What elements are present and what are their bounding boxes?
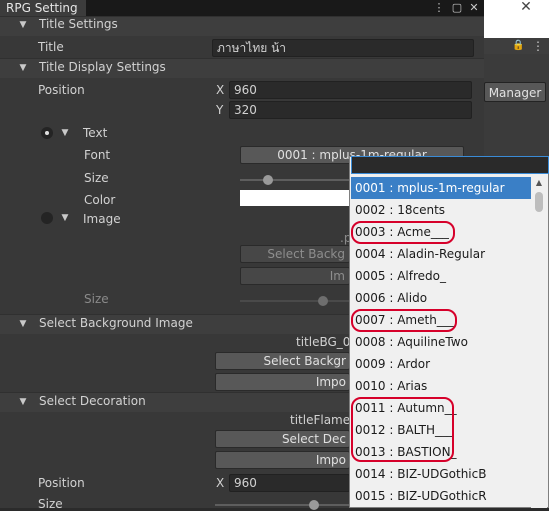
triangle-down-icon[interactable]: ▼ <box>59 127 71 139</box>
image-size-slider-handle[interactable] <box>318 296 328 306</box>
decoration-x-label: X <box>216 476 225 490</box>
image-size-label: Size <box>84 292 109 306</box>
font-option[interactable]: 0004 : Aladin-Regular <box>351 243 531 265</box>
section-title-display: Title Display Settings <box>39 60 166 74</box>
image-radio[interactable] <box>41 212 53 224</box>
highlight-annotation <box>351 309 457 332</box>
close-icon[interactable]: ✕ <box>516 0 536 14</box>
color-label: Color <box>84 193 116 207</box>
decoration-size-slider-handle[interactable] <box>309 500 319 510</box>
image-size-slider-track[interactable] <box>240 300 350 302</box>
background-filename: titleBG_0 <box>296 335 351 349</box>
image-import-button[interactable]: Im <box>240 267 350 285</box>
highlight-annotation <box>351 221 455 244</box>
lock-icon[interactable]: 🔒 <box>512 39 524 53</box>
section-decoration: Select Decoration <box>39 394 146 408</box>
more-vertical-icon[interactable]: ⋮ <box>432 0 446 16</box>
triangle-down-icon[interactable]: ▼ <box>59 212 71 224</box>
section-background-image: Select Background Image <box>39 316 193 330</box>
font-option[interactable]: 0009 : Ardor <box>351 353 531 375</box>
dropdown-scrollbar[interactable] <box>531 176 547 508</box>
decoration-size-label: Size <box>38 497 63 511</box>
background-import-button[interactable]: Impo <box>215 373 350 391</box>
font-option[interactable]: 0014 : BIZ-UDGothicB <box>351 463 531 485</box>
decoration-select-button[interactable]: Select Dec <box>215 430 350 448</box>
position-label: Position <box>38 83 85 97</box>
title-field[interactable]: ภาษาไทย น้า <box>212 39 474 57</box>
decoration-size-slider-track[interactable] <box>215 504 350 506</box>
font-option[interactable]: 0005 : Alfredo_ <box>351 265 531 287</box>
triangle-down-icon[interactable]: ▼ <box>17 318 29 330</box>
font-option[interactable]: 0006 : Alido <box>351 287 531 309</box>
font-label: Font <box>84 148 111 162</box>
manager-button[interactable]: Manager <box>484 82 546 102</box>
font-option[interactable]: 0002 : 18cents <box>351 199 531 221</box>
size-slider-track[interactable] <box>240 179 350 181</box>
font-search-input[interactable] <box>351 156 549 174</box>
position-x-field[interactable]: 960 <box>229 81 472 99</box>
triangle-down-icon[interactable]: ▼ <box>17 19 29 31</box>
triangle-down-icon[interactable]: ▼ <box>17 396 29 408</box>
color-field[interactable] <box>240 190 350 206</box>
size-slider-handle[interactable] <box>263 175 273 185</box>
maximize-icon[interactable]: ▢ <box>450 0 464 16</box>
size-label: Size <box>84 171 109 185</box>
font-option[interactable]: 0001 : mplus-1m-regular <box>351 177 531 199</box>
position-y-field[interactable]: 320 <box>229 101 472 119</box>
font-option[interactable]: 0015 : BIZ-UDGothicR <box>351 485 531 507</box>
scrollbar-thumb[interactable] <box>535 192 543 212</box>
font-option[interactable]: 0008 : AquilineTwo <box>351 331 531 353</box>
scroll-up-arrow-icon[interactable]: ▲ <box>531 176 547 190</box>
decoration-filename: titleFlame_ <box>290 413 357 427</box>
section-title-settings: Title Settings <box>39 17 118 31</box>
highlight-annotation <box>351 397 454 462</box>
image-select-button[interactable]: Select Backg <box>240 245 350 263</box>
more-vertical-icon[interactable]: ⋮ <box>532 39 544 53</box>
decoration-position-label: Position <box>38 476 85 490</box>
decoration-x-field[interactable]: 960 <box>229 474 350 492</box>
text-label: Text <box>83 126 108 140</box>
close-icon[interactable]: ✕ <box>467 0 481 16</box>
decoration-import-button[interactable]: Impo <box>215 451 350 469</box>
triangle-down-icon[interactable]: ▼ <box>17 62 29 74</box>
window-tab[interactable]: RPG Setting <box>0 0 86 16</box>
radio-selected-dot <box>45 131 49 135</box>
title-label: Title <box>38 40 64 54</box>
background-select-button[interactable]: Select Backgr <box>215 352 350 370</box>
font-option[interactable]: 0010 : Arias <box>351 375 531 397</box>
image-label: Image <box>83 212 121 226</box>
x-label: X <box>216 83 225 97</box>
y-label: Y <box>216 103 224 117</box>
